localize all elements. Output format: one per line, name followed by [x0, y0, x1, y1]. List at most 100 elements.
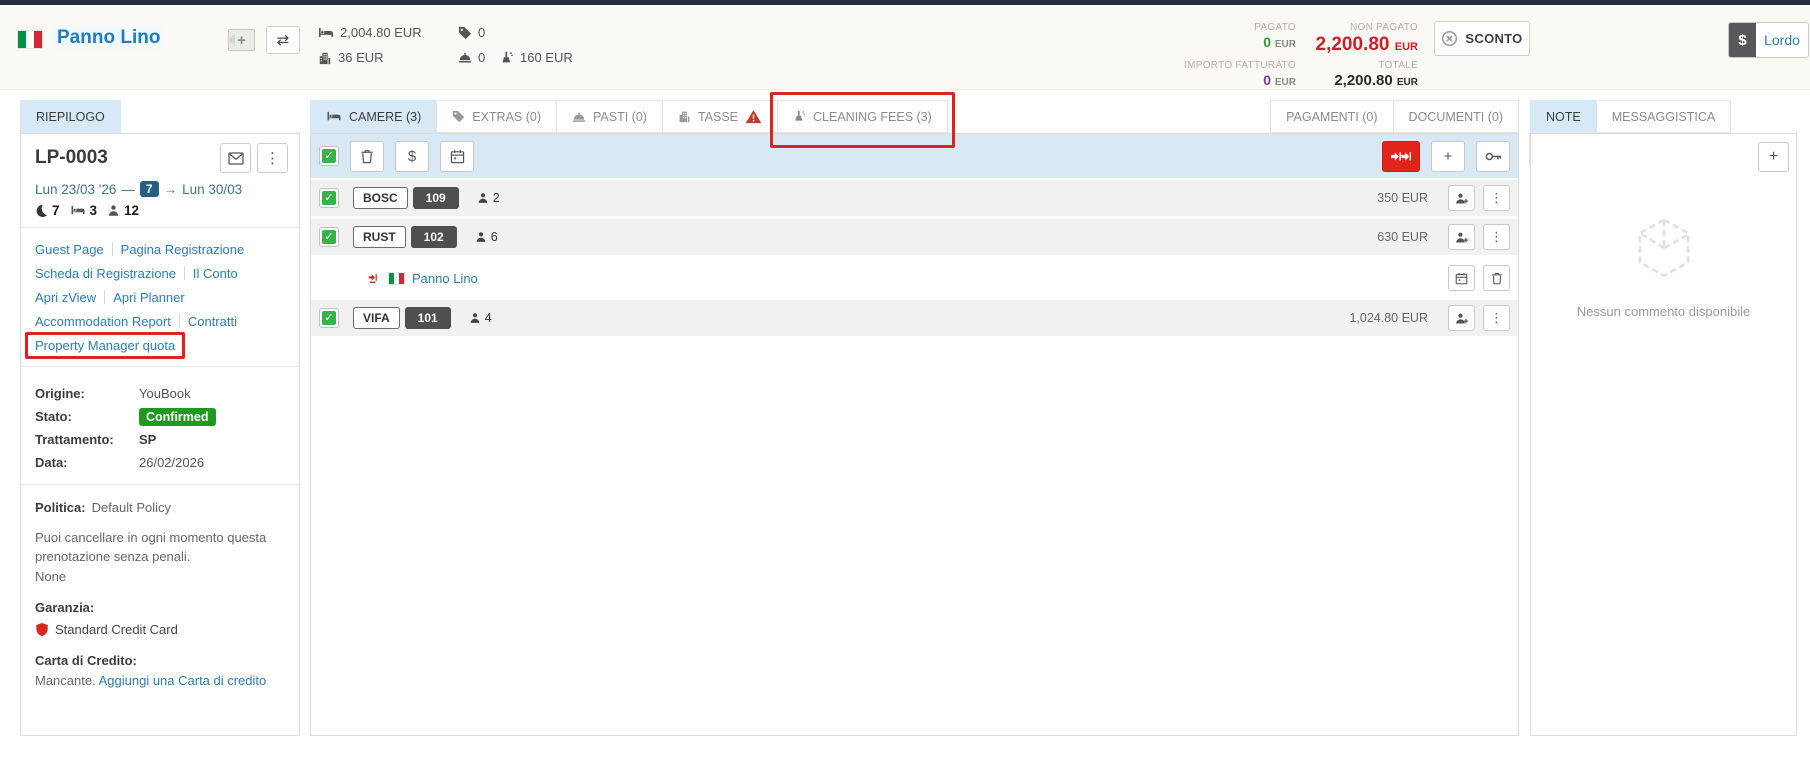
circle-x-icon — [1441, 30, 1458, 47]
add-credit-card-link[interactable]: Aggiungi una Carta di credito — [99, 673, 267, 688]
total-label: TOTALE — [1296, 57, 1418, 71]
room-menu-button[interactable]: ⋮ — [1483, 224, 1510, 250]
room-price: 1,024.80 EUR — [1349, 311, 1428, 325]
tab-pagamenti-label: PAGAMENTI (0) — [1286, 110, 1377, 124]
row-select-checkbox[interactable]: ✓ — [319, 308, 339, 328]
discount-button[interactable]: SCONTO — [1434, 21, 1530, 56]
unpaid-value: 2,200.80 EUR — [1296, 34, 1418, 56]
moon-icon — [35, 204, 48, 217]
row-select-checkbox[interactable]: ✓ — [319, 227, 339, 247]
guest-name-link[interactable]: Panno Lino — [412, 271, 478, 286]
divider — [104, 290, 105, 304]
gross-net-toggle[interactable]: $ Lordo — [1728, 22, 1809, 58]
booking-code: LP-0003 — [35, 147, 214, 169]
tab-pagamenti[interactable]: PAGAMENTI (0) — [1270, 100, 1393, 133]
select-all-checkbox[interactable]: ✓ — [319, 146, 339, 166]
link-guest-page[interactable]: Guest Page — [35, 242, 104, 257]
person-icon — [107, 204, 120, 217]
date-value: 26/02/2026 — [139, 455, 204, 470]
origin-value: YouBook — [139, 386, 191, 401]
link-property-manager-quota[interactable]: Property Manager quota — [35, 338, 175, 353]
stay-date-range[interactable]: Lun 23/03 '26 — 7 → Lun 30/03 — [35, 181, 285, 197]
calendar-button[interactable] — [440, 141, 474, 172]
shield-icon — [35, 622, 49, 637]
link-apri-planner[interactable]: Apri Planner — [113, 290, 185, 305]
add-note-button[interactable]: + — [1758, 142, 1789, 172]
guest-delete-button[interactable] — [1483, 265, 1510, 291]
checkin-button[interactable] — [1382, 141, 1420, 172]
price-button[interactable]: $ — [395, 141, 429, 172]
guests-count: 12 — [124, 203, 139, 218]
invoiced-label: IMPORTO FATTURATO — [1150, 57, 1296, 71]
keys-button[interactable] — [1476, 141, 1510, 172]
policy-name: Default Policy — [92, 500, 171, 515]
notes-empty-message: Nessun commento disponibile — [1577, 304, 1750, 319]
tab-camere[interactable]: CAMERE (3) — [310, 100, 437, 133]
room-number-badge[interactable]: 101 — [405, 307, 451, 329]
room-number-badge[interactable]: 109 — [413, 187, 459, 209]
nights-badge: 7 — [140, 181, 159, 197]
add-tag-button[interactable]: + — [228, 29, 255, 51]
tab-documenti-label: DOCUMENTI (0) — [1409, 110, 1503, 124]
add-guest-button[interactable] — [1448, 224, 1475, 250]
dash: — — [121, 182, 135, 197]
booking-totals-summary: 2,004.80 EUR 0 36 EUR 0 160 EU — [318, 22, 573, 72]
city-tax-icon — [678, 110, 691, 123]
dollar-icon: $ — [1729, 23, 1756, 57]
tab-messaggistica[interactable]: MESSAGGISTICA — [1596, 100, 1732, 133]
room-menu-button[interactable]: ⋮ — [1483, 305, 1510, 331]
extras-count: 0 — [478, 25, 485, 40]
tab-extras-label: EXTRAS (0) — [472, 110, 541, 124]
room-type-badge[interactable]: VIFA — [353, 307, 400, 329]
guest-row: Panno Lino — [311, 258, 1518, 298]
swap-booking-button[interactable]: ⇄ — [266, 26, 300, 54]
room-type-badge[interactable]: RUST — [353, 226, 406, 248]
email-button[interactable] — [220, 143, 251, 173]
room-number-badge[interactable]: 102 — [411, 226, 457, 248]
check-icon: ✓ — [322, 311, 336, 325]
booking-menu-button[interactable]: ⋮ — [257, 143, 288, 173]
tab-riepilogo[interactable]: RIEPILOGO — [20, 100, 121, 133]
add-guest-button[interactable] — [1448, 305, 1475, 331]
tab-extras[interactable]: EXTRAS (0) — [436, 100, 557, 133]
checkout-date: Lun 30/03 — [182, 182, 242, 197]
meals-count: 0 — [478, 50, 485, 65]
divider — [112, 242, 113, 256]
link-il-conto[interactable]: Il Conto — [193, 266, 238, 281]
link-apri-zview[interactable]: Apri zView — [35, 290, 96, 305]
add-guest-button[interactable] — [1448, 185, 1475, 211]
rooms-count: 3 — [90, 203, 98, 218]
meal-icon — [572, 111, 586, 123]
link-pagina-registrazione[interactable]: Pagina Registrazione — [121, 242, 245, 257]
tab-pasti-label: PASTI (0) — [593, 110, 647, 124]
check-icon: ✓ — [322, 149, 336, 163]
credit-card-status: Mancante. Aggiungi una Carta di credito — [35, 671, 285, 691]
guest-calendar-button[interactable] — [1448, 265, 1475, 291]
discount-button-label: SCONTO — [1465, 31, 1522, 46]
guest-name-title: Panno Lino — [53, 26, 164, 50]
treatment-value: SP — [139, 432, 156, 447]
tab-documenti[interactable]: DOCUMENTI (0) — [1393, 100, 1519, 133]
room-menu-button[interactable]: ⋮ — [1483, 185, 1510, 211]
link-accommodation-report[interactable]: Accommodation Report — [35, 314, 171, 329]
delete-rooms-button[interactable] — [350, 141, 384, 172]
tab-note[interactable]: NOTE — [1530, 100, 1597, 133]
row-select-checkbox[interactable]: ✓ — [319, 188, 339, 208]
tab-cleaning-fees[interactable]: CLEANING FEES (3) — [777, 100, 948, 133]
arrow-right-icon: → — [164, 182, 178, 197]
tab-tasse-label: TASSE — [698, 110, 738, 124]
tab-tasse[interactable]: TASSE — [662, 100, 778, 133]
link-contratti[interactable]: Contratti — [188, 314, 237, 329]
origin-label: Origine: — [35, 386, 139, 401]
notes-empty-state: Nessun commento disponibile — [1531, 216, 1796, 319]
room-type-badge[interactable]: BOSC — [353, 187, 408, 209]
total-value: 2,200.80 EUR — [1296, 72, 1418, 89]
paid-label: PAGATO — [1150, 19, 1296, 33]
person-icon — [469, 312, 481, 324]
guest-count: 2 — [477, 191, 500, 205]
tab-pasti[interactable]: PASTI (0) — [556, 100, 663, 133]
cleaning-icon — [793, 110, 806, 123]
tab-camere-label: CAMERE (3) — [349, 110, 421, 124]
link-scheda-registrazione[interactable]: Scheda di Registrazione — [35, 266, 176, 281]
add-room-button[interactable]: + — [1431, 141, 1465, 172]
